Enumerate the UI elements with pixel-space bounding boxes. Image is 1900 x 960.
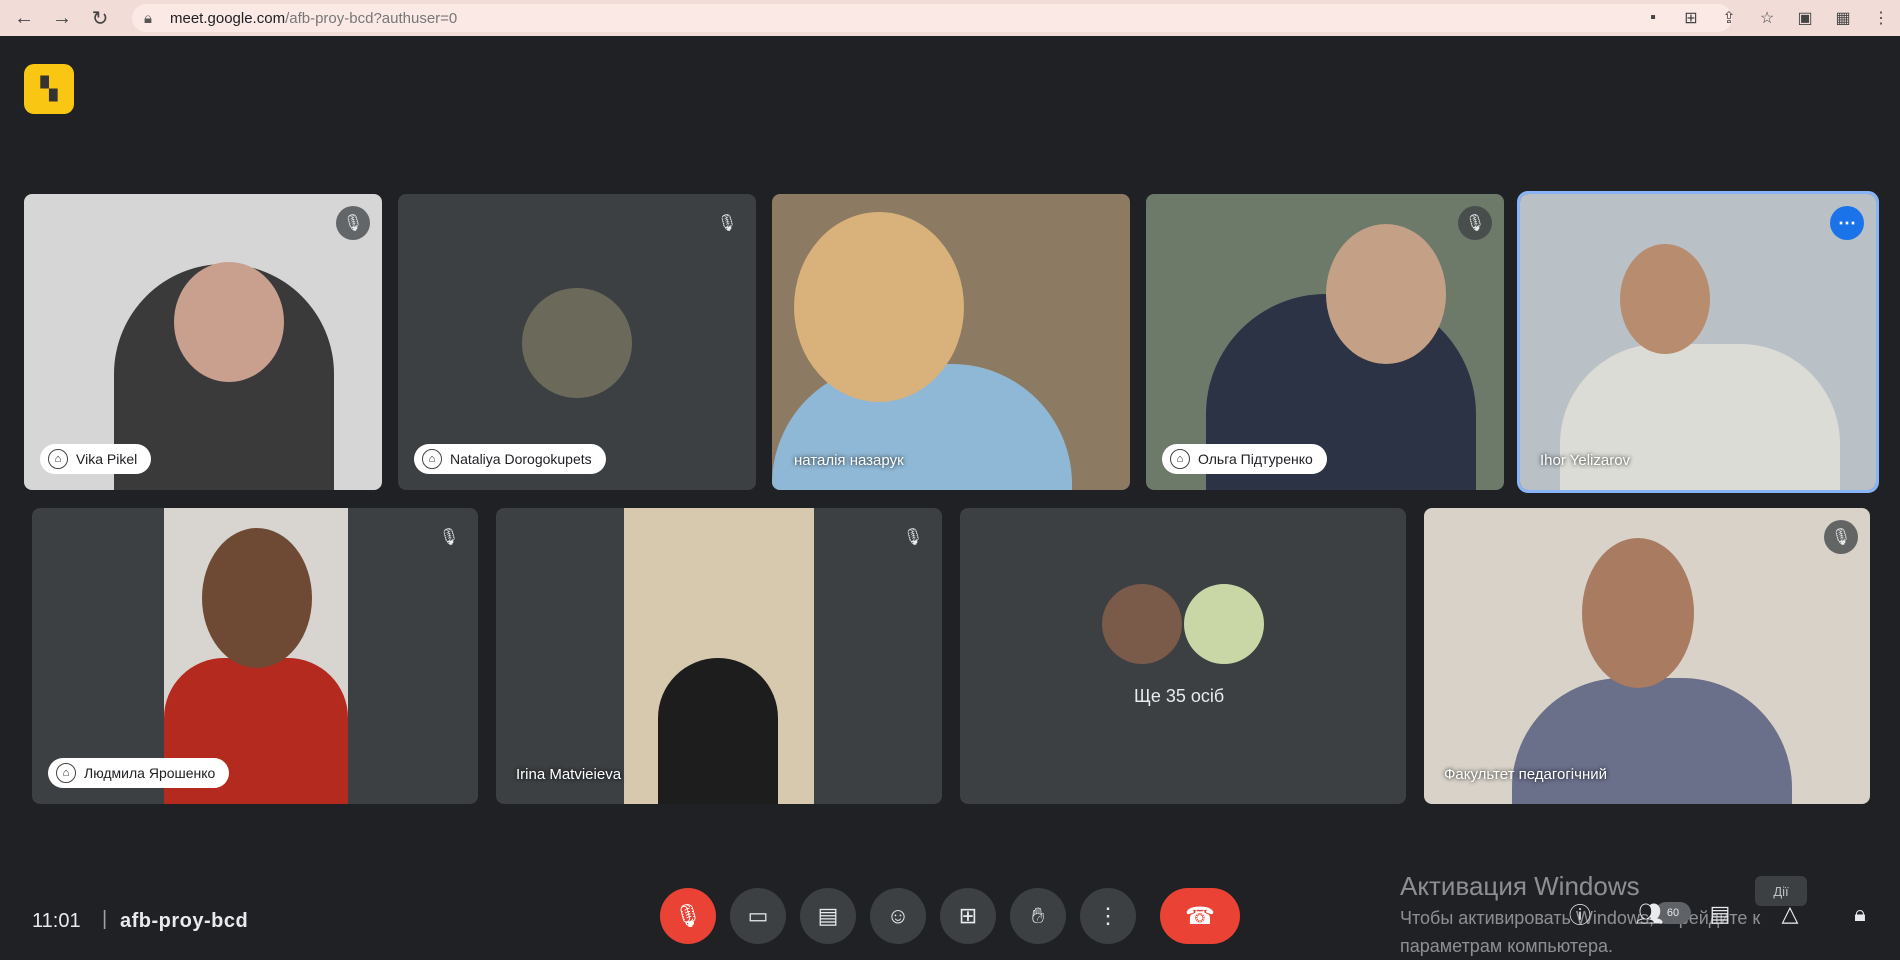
activities-icon[interactable]: △ [1770, 894, 1810, 934]
camera-button[interactable]: ▭ [730, 888, 786, 944]
mic-off-icon: 🎙︎ [336, 206, 370, 240]
others-count: Ще 35 осіб [1134, 686, 1225, 706]
windows-activation-title: Активация Windows [1400, 871, 1640, 901]
participant-face [174, 262, 284, 382]
star-icon[interactable]: ☆ [1748, 8, 1786, 28]
participant-name: ⌂ Nataliya Dorogokupets [414, 444, 606, 474]
more-options-icon[interactable]: ⋯ [1830, 206, 1864, 240]
lock-icon: 🔒︎ [144, 9, 152, 27]
mic-off-icon: 🎙︎ [432, 520, 466, 554]
camera-indicator-icon[interactable]: ▪ [1634, 9, 1672, 27]
participant-face [794, 212, 964, 402]
mic-toggle-button[interactable]: 🎙︎ [660, 888, 716, 944]
participant-name: ⌂ Vika Pikel [40, 444, 152, 474]
captions-button[interactable]: ▤ [800, 888, 856, 944]
pin-icon: ⌂ [56, 763, 76, 783]
participant-name: Ihor Yelizarov [1540, 452, 1631, 469]
participant-avatar [1182, 582, 1266, 666]
participant-avatar [1100, 582, 1184, 666]
forward-icon[interactable]: → [48, 4, 76, 32]
end-call-button[interactable]: ☎ [1160, 888, 1240, 944]
url-path: /afb-proy-bcd?authuser=0 [285, 9, 458, 27]
more-options-button[interactable]: ⋮ [1080, 888, 1136, 944]
mic-off-icon: 🎙︎ [896, 520, 930, 554]
host-controls-icon[interactable]: 🔒︎ [1840, 894, 1880, 934]
participant-face [1582, 538, 1694, 688]
participant-tile-active[interactable]: ⋯ Ihor Yelizarov [1517, 191, 1879, 493]
present-button[interactable]: ⊞ [940, 888, 996, 944]
participant-tile[interactable]: 🎙︎ ⌂ Ольга Підтуренко [1146, 194, 1504, 490]
people-icon[interactable]: 👥︎ [1630, 894, 1670, 934]
mic-off-icon: 🎙︎ [1824, 520, 1858, 554]
pin-icon: ⌂ [422, 449, 442, 469]
participant-tile[interactable]: 🎙︎ Irina Matvieieva [496, 508, 942, 804]
menu-icon[interactable]: ⋮ [1862, 8, 1900, 28]
raise-hand-button[interactable]: ✋︎ [1010, 888, 1066, 944]
others-tile[interactable]: Ще 35 осіб [960, 508, 1406, 804]
app-logo: ▚ [24, 64, 74, 114]
participant-tile[interactable]: 🎙︎ ⌂ Vika Pikel [24, 194, 382, 490]
participant-name: наталія назарук [794, 452, 904, 469]
meeting-stage: ▚ 🎙︎ ⌂ Vika Pikel 🎙︎ ⌂ Nataliya Dorogokupe… [0, 36, 1900, 956]
browser-toolbar: ← → ↻ 🔒︎ meet.google.com/afb-proy-bcd?au… [0, 0, 1900, 36]
participant-name: Факультет педагогічний [1444, 766, 1608, 783]
sidepanel-icon[interactable]: ▣ [1786, 8, 1824, 28]
translate-icon[interactable]: ⊞ [1672, 8, 1710, 28]
participant-tile[interactable]: 🎙︎ Факультет педагогічний [1424, 508, 1870, 804]
participant-tile[interactable]: 🎙︎ ⌂ Людмила Ярошенко [32, 508, 478, 804]
participant-avatar [522, 288, 632, 398]
pin-icon: ⌂ [1170, 449, 1190, 469]
mic-off-icon: 🎙︎ [710, 206, 744, 240]
chat-icon[interactable]: ▤ [1700, 894, 1740, 934]
pin-icon: ⌂ [48, 449, 68, 469]
participant-name: ⌂ Людмила Ярошенко [48, 758, 230, 788]
participant-name: Irina Matvieieva [516, 766, 622, 783]
back-icon[interactable]: ← [10, 4, 38, 32]
separator: | [102, 908, 108, 930]
mic-off-icon: 🎙︎ [1458, 206, 1492, 240]
participant-tile[interactable]: 🎙︎ ⌂ Nataliya Dorogokupets [398, 194, 756, 490]
reload-icon[interactable]: ↻ [86, 4, 114, 32]
url-host: meet.google.com [170, 9, 286, 27]
participant-face [202, 528, 312, 668]
address-bar[interactable]: 🔒︎ meet.google.com/afb-proy-bcd?authuser… [132, 4, 1732, 32]
info-icon[interactable]: ⓘ [1560, 894, 1600, 934]
meeting-code: afb-proy-bcd [120, 910, 249, 932]
participant-tile[interactable]: наталія назарук [772, 194, 1130, 490]
meeting-time: 11:01 [32, 910, 81, 932]
emoji-button[interactable]: ☺ [870, 888, 926, 944]
participant-name: ⌂ Ольга Підтуренко [1162, 444, 1327, 474]
extension-icon[interactable]: ▦ [1824, 8, 1862, 28]
participant-face [658, 658, 778, 804]
participant-face [1620, 244, 1710, 354]
share-icon[interactable]: ⇪ [1710, 8, 1748, 28]
participant-body [1512, 678, 1792, 804]
participant-face [1326, 224, 1446, 364]
